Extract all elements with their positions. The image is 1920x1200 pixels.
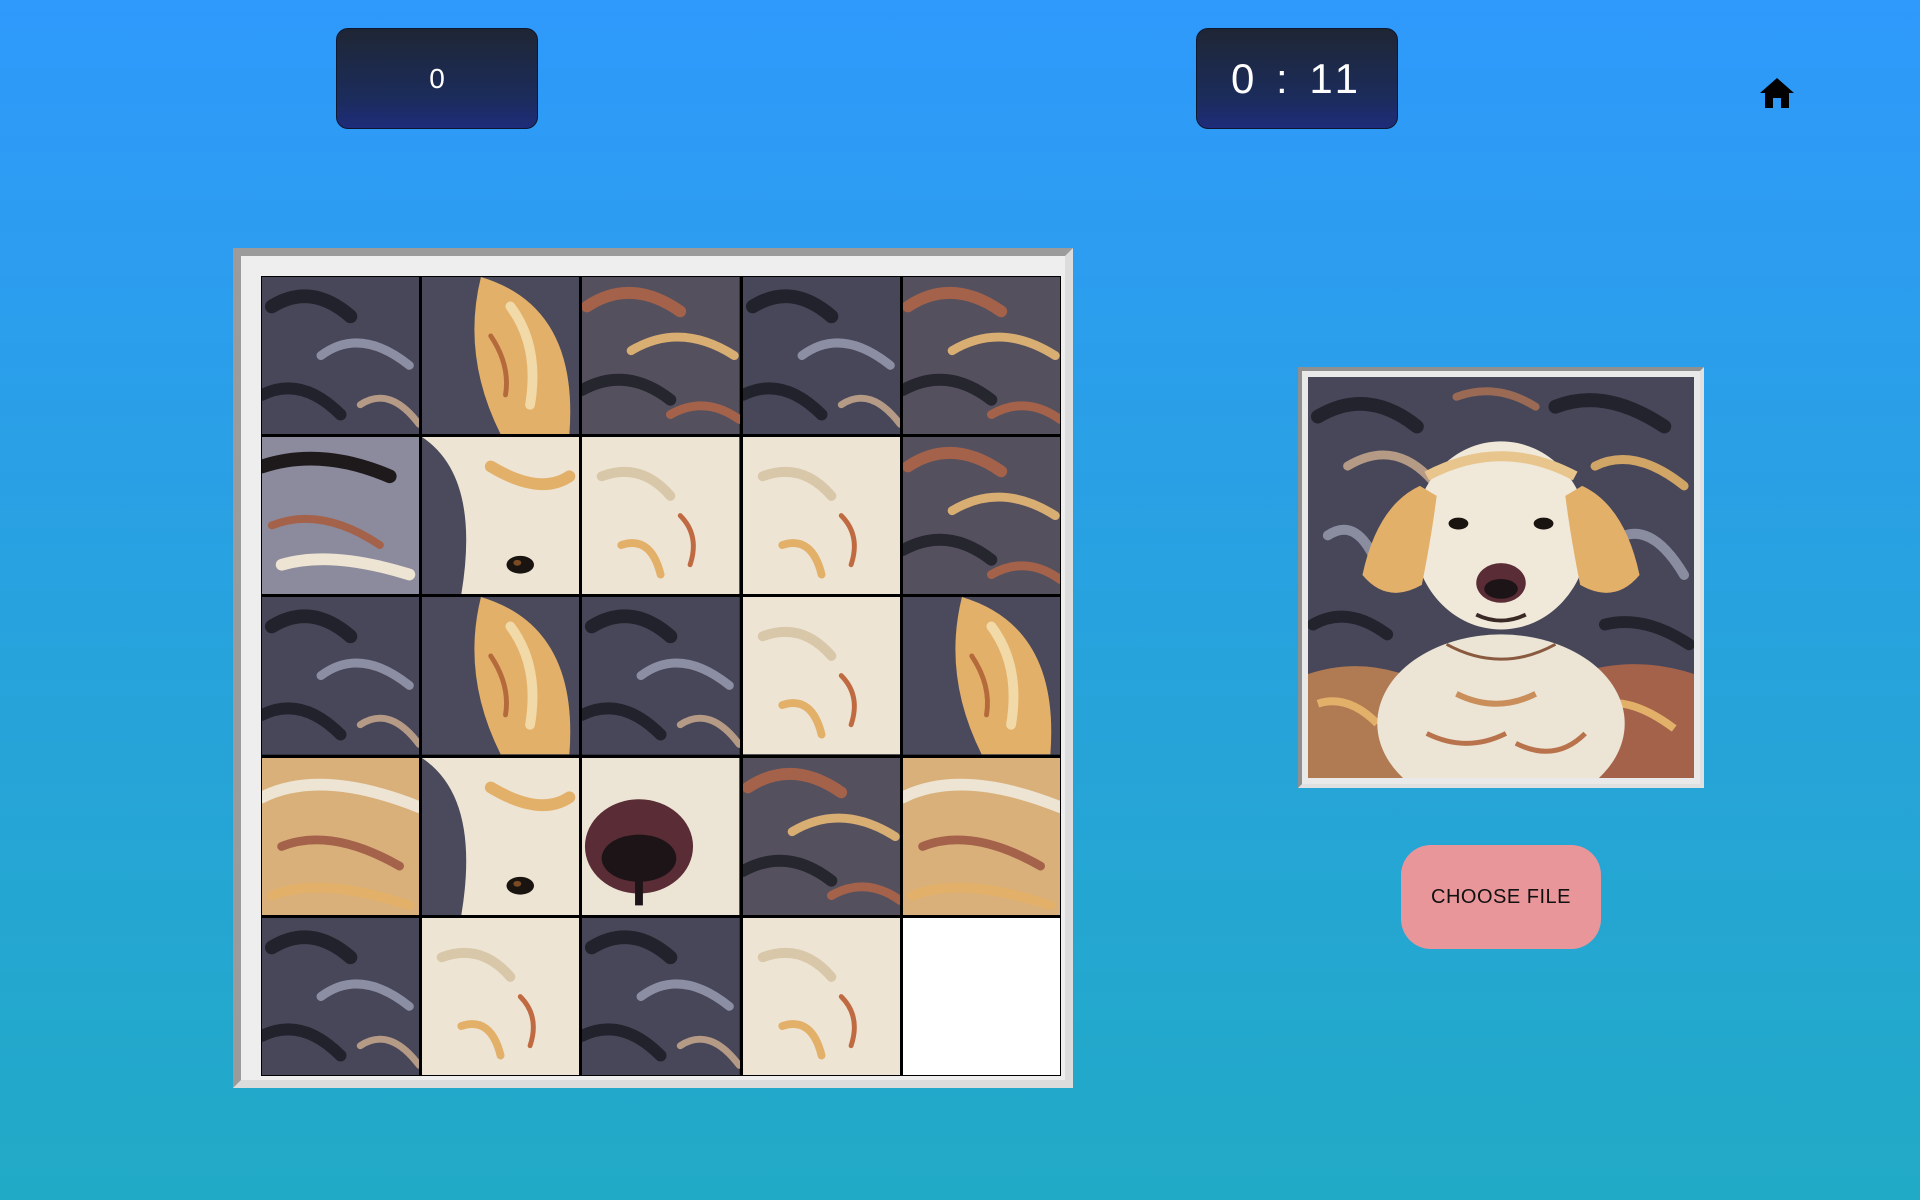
tile-image bbox=[742, 597, 900, 755]
tile-image bbox=[422, 757, 580, 915]
tile-image bbox=[262, 917, 420, 1075]
tile-image bbox=[742, 757, 900, 915]
tile-image bbox=[902, 597, 1060, 755]
puzzle-tile[interactable] bbox=[422, 437, 580, 595]
timer-value: 0 : 11 bbox=[1231, 54, 1363, 102]
timer-display: 0 : 11 bbox=[1196, 28, 1398, 129]
puzzle-tile[interactable] bbox=[742, 277, 900, 435]
tile-image bbox=[262, 437, 420, 595]
puzzle-tile[interactable] bbox=[902, 437, 1060, 595]
puzzle-tile[interactable] bbox=[262, 917, 420, 1075]
tile-image bbox=[742, 917, 900, 1075]
tile-image bbox=[262, 597, 420, 755]
puzzle-tile[interactable] bbox=[262, 597, 420, 755]
tile-image bbox=[262, 757, 420, 915]
puzzle-tile[interactable] bbox=[742, 597, 900, 755]
puzzle-tile[interactable] bbox=[422, 757, 580, 915]
puzzle-tile[interactable] bbox=[422, 277, 580, 435]
tile-image bbox=[262, 277, 420, 435]
tile-image bbox=[422, 917, 580, 1075]
tile-image bbox=[902, 277, 1060, 435]
puzzle-tile[interactable] bbox=[422, 597, 580, 755]
puzzle-tile[interactable] bbox=[582, 437, 740, 595]
tile-image bbox=[902, 437, 1060, 595]
puzzle-board bbox=[233, 248, 1073, 1088]
puzzle-tile[interactable] bbox=[262, 277, 420, 435]
puzzle-tile[interactable] bbox=[742, 757, 900, 915]
choose-file-button[interactable]: CHOOSE FILE bbox=[1401, 845, 1601, 949]
puzzle-tile[interactable] bbox=[742, 437, 900, 595]
tile-image bbox=[582, 277, 740, 435]
tile-image bbox=[902, 757, 1060, 915]
puzzle-tile[interactable] bbox=[582, 277, 740, 435]
puzzle-tile[interactable] bbox=[902, 597, 1060, 755]
puzzle-tile[interactable] bbox=[742, 917, 900, 1075]
home-button[interactable] bbox=[1758, 76, 1796, 110]
tile-image bbox=[422, 437, 580, 595]
preview-frame bbox=[1298, 367, 1704, 788]
moves-value: 0 bbox=[429, 62, 445, 94]
tile-image bbox=[582, 437, 740, 595]
tile-image bbox=[582, 757, 740, 915]
puzzle-tile[interactable] bbox=[582, 917, 740, 1075]
home-icon bbox=[1760, 78, 1794, 108]
puzzle-tile[interactable] bbox=[902, 277, 1060, 435]
puzzle-tile[interactable] bbox=[262, 757, 420, 915]
puzzle-tile[interactable] bbox=[582, 757, 740, 915]
puzzle-tile[interactable] bbox=[262, 437, 420, 595]
tile-image bbox=[422, 597, 580, 755]
puzzle-grid bbox=[261, 276, 1061, 1076]
tile-image bbox=[422, 277, 580, 435]
tile-image bbox=[582, 917, 740, 1075]
puzzle-tile[interactable] bbox=[902, 757, 1060, 915]
moves-counter: 0 bbox=[336, 28, 538, 129]
tile-image bbox=[582, 597, 740, 755]
tile-image bbox=[742, 437, 900, 595]
preview-image bbox=[1308, 377, 1694, 778]
tile-image bbox=[742, 277, 900, 435]
puzzle-tile[interactable] bbox=[422, 917, 580, 1075]
puzzle-tile[interactable] bbox=[582, 597, 740, 755]
empty-tile bbox=[902, 917, 1060, 1075]
